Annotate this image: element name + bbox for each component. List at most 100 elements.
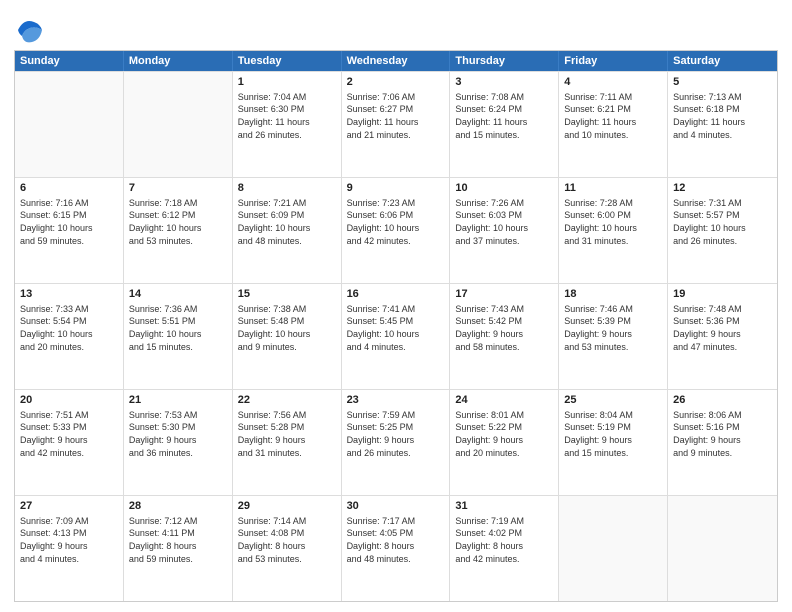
day-info: Sunrise: 7:31 AMSunset: 5:57 PMDaylight:… <box>673 197 772 247</box>
calendar-cell: 1Sunrise: 7:04 AMSunset: 6:30 PMDaylight… <box>233 72 342 177</box>
day-info: Sunrise: 7:19 AMSunset: 4:02 PMDaylight:… <box>455 515 553 565</box>
calendar-cell: 28Sunrise: 7:12 AMSunset: 4:11 PMDayligh… <box>124 496 233 601</box>
day-info: Sunrise: 7:26 AMSunset: 6:03 PMDaylight:… <box>455 197 553 247</box>
calendar-cell: 31Sunrise: 7:19 AMSunset: 4:02 PMDayligh… <box>450 496 559 601</box>
day-info: Sunrise: 7:41 AMSunset: 5:45 PMDaylight:… <box>347 303 445 353</box>
day-number: 3 <box>455 75 553 90</box>
day-info: Sunrise: 7:53 AMSunset: 5:30 PMDaylight:… <box>129 409 227 459</box>
day-info: Sunrise: 7:43 AMSunset: 5:42 PMDaylight:… <box>455 303 553 353</box>
calendar-week-row: 27Sunrise: 7:09 AMSunset: 4:13 PMDayligh… <box>15 495 777 601</box>
calendar-cell: 3Sunrise: 7:08 AMSunset: 6:24 PMDaylight… <box>450 72 559 177</box>
day-info: Sunrise: 8:04 AMSunset: 5:19 PMDaylight:… <box>564 409 662 459</box>
day-info: Sunrise: 7:48 AMSunset: 5:36 PMDaylight:… <box>673 303 772 353</box>
day-number: 25 <box>564 393 662 408</box>
day-number: 14 <box>129 287 227 302</box>
day-number: 15 <box>238 287 336 302</box>
page: SundayMondayTuesdayWednesdayThursdayFrid… <box>0 0 792 612</box>
calendar-week-row: 6Sunrise: 7:16 AMSunset: 6:15 PMDaylight… <box>15 177 777 283</box>
calendar-cell: 13Sunrise: 7:33 AMSunset: 5:54 PMDayligh… <box>15 284 124 389</box>
day-number: 8 <box>238 181 336 196</box>
day-number: 26 <box>673 393 772 408</box>
day-info: Sunrise: 7:18 AMSunset: 6:12 PMDaylight:… <box>129 197 227 247</box>
day-number: 19 <box>673 287 772 302</box>
calendar-cell: 10Sunrise: 7:26 AMSunset: 6:03 PMDayligh… <box>450 178 559 283</box>
calendar-cell: 17Sunrise: 7:43 AMSunset: 5:42 PMDayligh… <box>450 284 559 389</box>
calendar-cell: 29Sunrise: 7:14 AMSunset: 4:08 PMDayligh… <box>233 496 342 601</box>
day-info: Sunrise: 7:33 AMSunset: 5:54 PMDaylight:… <box>20 303 118 353</box>
day-info: Sunrise: 7:28 AMSunset: 6:00 PMDaylight:… <box>564 197 662 247</box>
day-info: Sunrise: 7:51 AMSunset: 5:33 PMDaylight:… <box>20 409 118 459</box>
calendar-cell <box>668 496 777 601</box>
calendar-cell: 18Sunrise: 7:46 AMSunset: 5:39 PMDayligh… <box>559 284 668 389</box>
calendar-cell: 27Sunrise: 7:09 AMSunset: 4:13 PMDayligh… <box>15 496 124 601</box>
day-number: 18 <box>564 287 662 302</box>
day-number: 31 <box>455 499 553 514</box>
day-number: 16 <box>347 287 445 302</box>
day-info: Sunrise: 7:23 AMSunset: 6:06 PMDaylight:… <box>347 197 445 247</box>
calendar-body: 1Sunrise: 7:04 AMSunset: 6:30 PMDaylight… <box>15 71 777 601</box>
logo-icon <box>14 14 42 42</box>
day-info: Sunrise: 7:06 AMSunset: 6:27 PMDaylight:… <box>347 91 445 141</box>
day-number: 29 <box>238 499 336 514</box>
calendar-cell: 24Sunrise: 8:01 AMSunset: 5:22 PMDayligh… <box>450 390 559 495</box>
day-number: 5 <box>673 75 772 90</box>
day-number: 27 <box>20 499 118 514</box>
day-info: Sunrise: 7:11 AMSunset: 6:21 PMDaylight:… <box>564 91 662 141</box>
calendar-week-row: 1Sunrise: 7:04 AMSunset: 6:30 PMDaylight… <box>15 71 777 177</box>
day-info: Sunrise: 7:09 AMSunset: 4:13 PMDaylight:… <box>20 515 118 565</box>
day-info: Sunrise: 7:59 AMSunset: 5:25 PMDaylight:… <box>347 409 445 459</box>
day-info: Sunrise: 7:12 AMSunset: 4:11 PMDaylight:… <box>129 515 227 565</box>
calendar-cell: 7Sunrise: 7:18 AMSunset: 6:12 PMDaylight… <box>124 178 233 283</box>
day-info: Sunrise: 7:38 AMSunset: 5:48 PMDaylight:… <box>238 303 336 353</box>
calendar-cell <box>15 72 124 177</box>
calendar-cell: 5Sunrise: 7:13 AMSunset: 6:18 PMDaylight… <box>668 72 777 177</box>
calendar-header-cell: Monday <box>124 51 233 71</box>
calendar-header-cell: Tuesday <box>233 51 342 71</box>
calendar-cell: 21Sunrise: 7:53 AMSunset: 5:30 PMDayligh… <box>124 390 233 495</box>
calendar-cell: 19Sunrise: 7:48 AMSunset: 5:36 PMDayligh… <box>668 284 777 389</box>
day-number: 17 <box>455 287 553 302</box>
calendar-cell: 12Sunrise: 7:31 AMSunset: 5:57 PMDayligh… <box>668 178 777 283</box>
day-number: 30 <box>347 499 445 514</box>
calendar-week-row: 13Sunrise: 7:33 AMSunset: 5:54 PMDayligh… <box>15 283 777 389</box>
day-info: Sunrise: 8:06 AMSunset: 5:16 PMDaylight:… <box>673 409 772 459</box>
calendar-header-cell: Wednesday <box>342 51 451 71</box>
calendar-cell: 23Sunrise: 7:59 AMSunset: 5:25 PMDayligh… <box>342 390 451 495</box>
day-number: 12 <box>673 181 772 196</box>
calendar-cell: 9Sunrise: 7:23 AMSunset: 6:06 PMDaylight… <box>342 178 451 283</box>
calendar-cell: 25Sunrise: 8:04 AMSunset: 5:19 PMDayligh… <box>559 390 668 495</box>
day-info: Sunrise: 7:13 AMSunset: 6:18 PMDaylight:… <box>673 91 772 141</box>
day-number: 22 <box>238 393 336 408</box>
day-number: 6 <box>20 181 118 196</box>
calendar-cell: 26Sunrise: 8:06 AMSunset: 5:16 PMDayligh… <box>668 390 777 495</box>
day-number: 21 <box>129 393 227 408</box>
day-info: Sunrise: 7:56 AMSunset: 5:28 PMDaylight:… <box>238 409 336 459</box>
day-number: 23 <box>347 393 445 408</box>
day-info: Sunrise: 7:46 AMSunset: 5:39 PMDaylight:… <box>564 303 662 353</box>
calendar-cell: 20Sunrise: 7:51 AMSunset: 5:33 PMDayligh… <box>15 390 124 495</box>
day-info: Sunrise: 7:17 AMSunset: 4:05 PMDaylight:… <box>347 515 445 565</box>
header <box>14 14 778 42</box>
calendar-cell: 15Sunrise: 7:38 AMSunset: 5:48 PMDayligh… <box>233 284 342 389</box>
day-number: 13 <box>20 287 118 302</box>
calendar-cell: 14Sunrise: 7:36 AMSunset: 5:51 PMDayligh… <box>124 284 233 389</box>
calendar-cell <box>124 72 233 177</box>
calendar-week-row: 20Sunrise: 7:51 AMSunset: 5:33 PMDayligh… <box>15 389 777 495</box>
day-info: Sunrise: 7:21 AMSunset: 6:09 PMDaylight:… <box>238 197 336 247</box>
day-number: 2 <box>347 75 445 90</box>
day-number: 1 <box>238 75 336 90</box>
calendar-cell: 6Sunrise: 7:16 AMSunset: 6:15 PMDaylight… <box>15 178 124 283</box>
calendar-header-cell: Sunday <box>15 51 124 71</box>
calendar-cell <box>559 496 668 601</box>
calendar-header-cell: Friday <box>559 51 668 71</box>
calendar-cell: 2Sunrise: 7:06 AMSunset: 6:27 PMDaylight… <box>342 72 451 177</box>
calendar-cell: 22Sunrise: 7:56 AMSunset: 5:28 PMDayligh… <box>233 390 342 495</box>
day-number: 7 <box>129 181 227 196</box>
calendar-cell: 4Sunrise: 7:11 AMSunset: 6:21 PMDaylight… <box>559 72 668 177</box>
calendar-cell: 30Sunrise: 7:17 AMSunset: 4:05 PMDayligh… <box>342 496 451 601</box>
day-number: 4 <box>564 75 662 90</box>
day-info: Sunrise: 7:14 AMSunset: 4:08 PMDaylight:… <box>238 515 336 565</box>
day-info: Sunrise: 7:16 AMSunset: 6:15 PMDaylight:… <box>20 197 118 247</box>
calendar: SundayMondayTuesdayWednesdayThursdayFrid… <box>14 50 778 602</box>
day-number: 9 <box>347 181 445 196</box>
